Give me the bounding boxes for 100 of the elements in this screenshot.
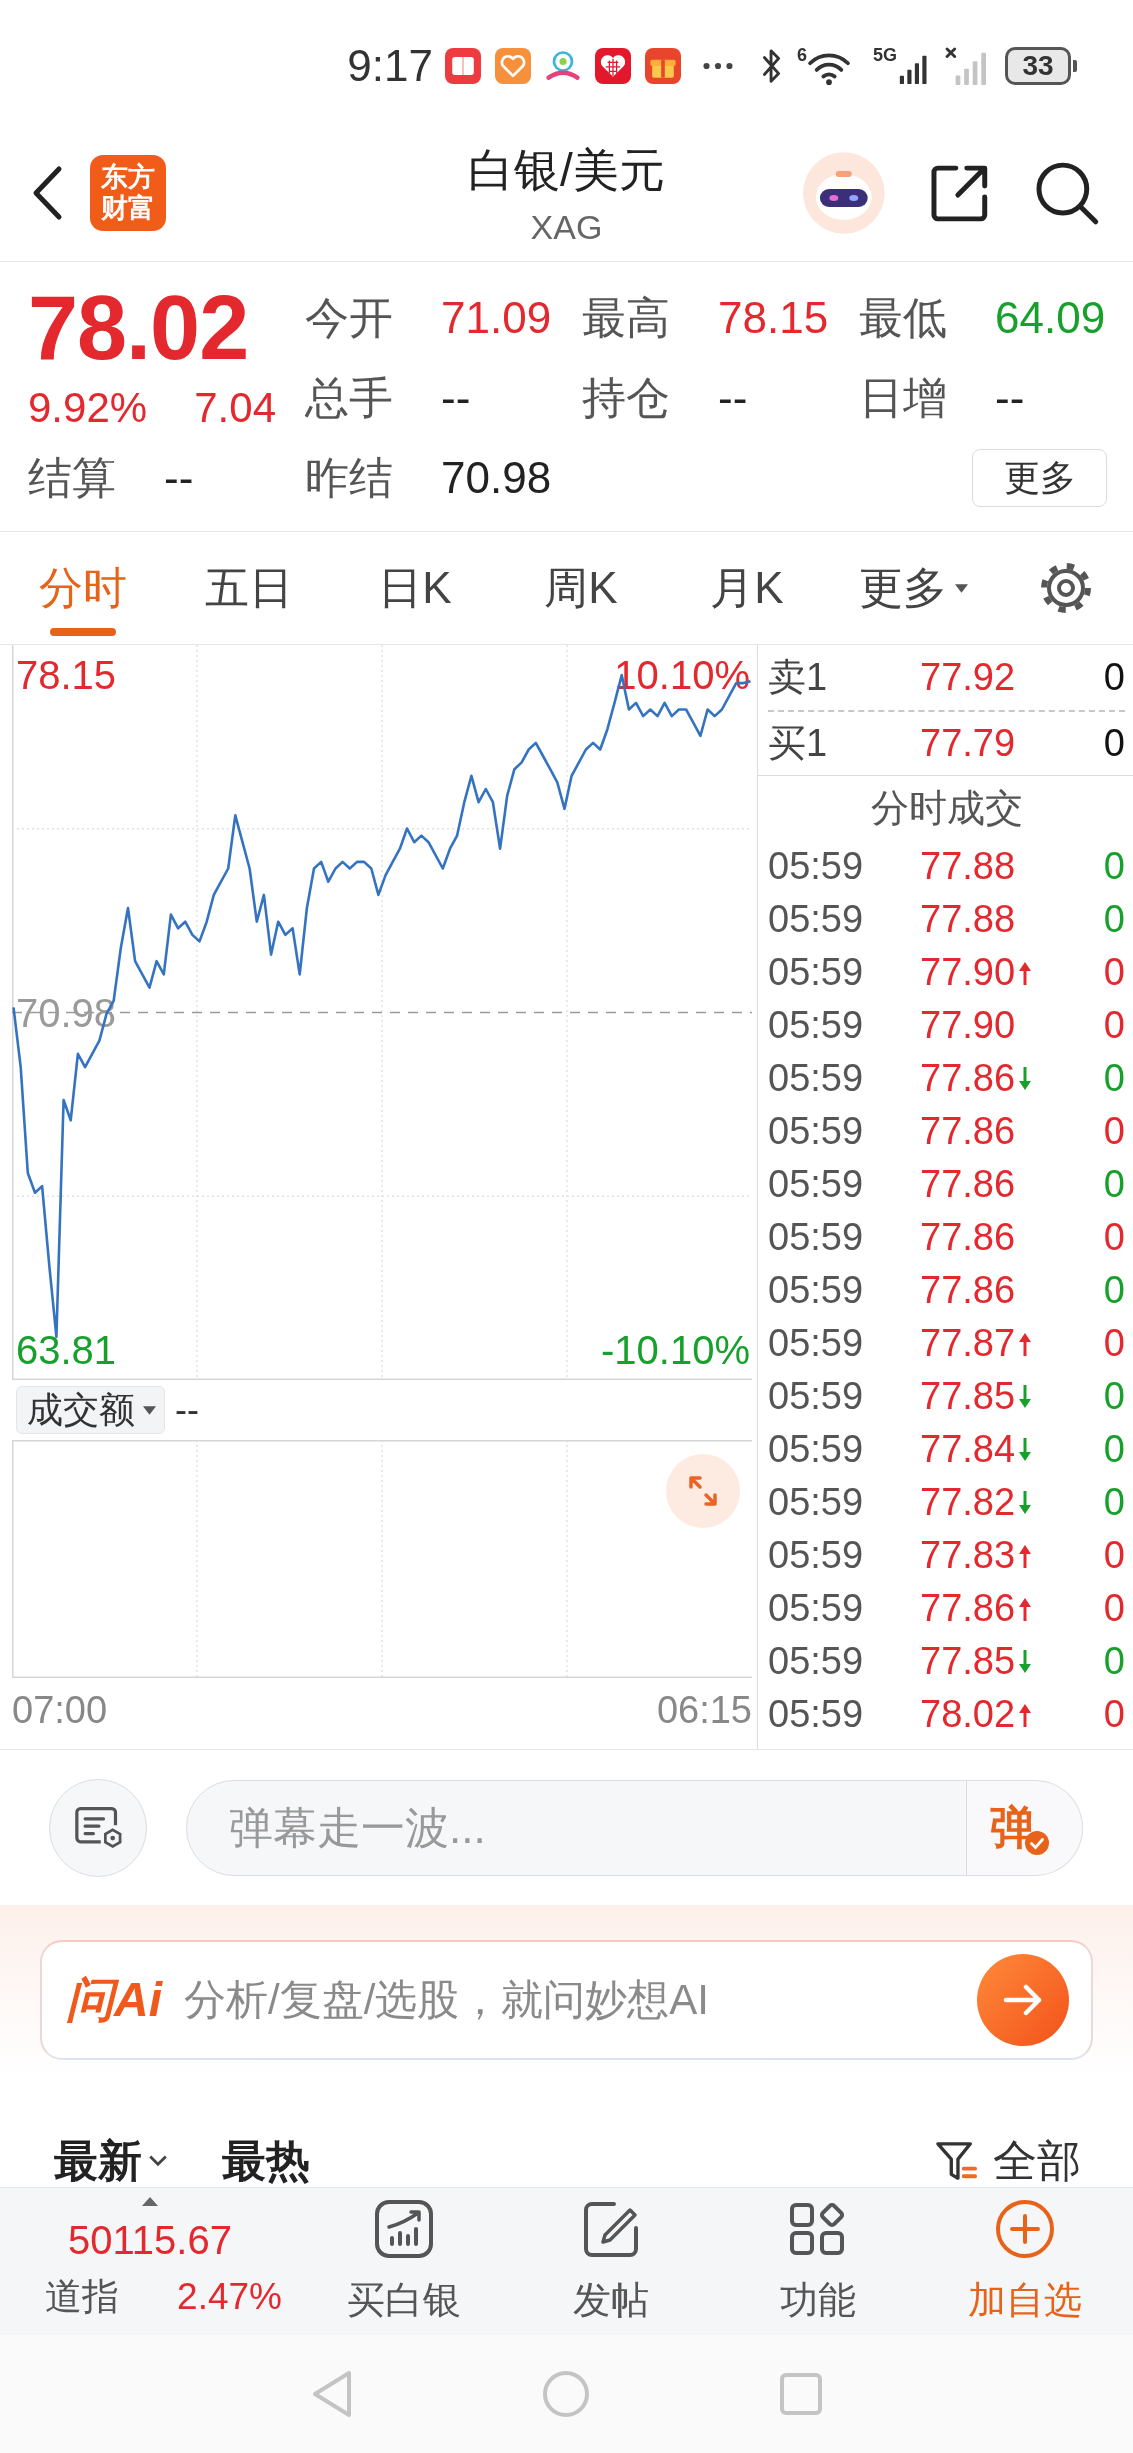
order-price: 77.92 <box>920 656 1017 699</box>
trade-volume: 0 <box>1103 1587 1125 1630</box>
battery-indicator: 33 <box>1005 46 1077 85</box>
ai-logo: 问Ai <box>66 1972 162 2028</box>
trade-price: 77.90 <box>920 1004 1016 1047</box>
arrow-right-icon <box>1003 1984 1043 2016</box>
trade-price: 77.82 <box>920 1481 1016 1524</box>
trade-time: 05:59 <box>768 845 865 888</box>
chevron-down-icon <box>148 2154 168 2168</box>
stat-label: 最低 <box>859 291 948 344</box>
trade-time: 05:59 <box>768 1428 865 1471</box>
change-amount: 7.04 <box>194 383 276 433</box>
comment-input[interactable]: 弹幕走一波... <box>186 1779 967 1876</box>
more-button[interactable]: 更多 <box>972 449 1107 507</box>
change-percent: 9.92% <box>28 383 148 433</box>
trade-volume: 0 <box>1103 898 1125 941</box>
stat-value: 78.15 <box>718 293 829 343</box>
arrow-down-icon <box>1017 1489 1034 1516</box>
page-title: 白银/美元 <box>468 143 665 197</box>
index-value[interactable]: 50115.67 <box>68 2218 232 2262</box>
trade-price: 77.86 <box>920 1057 1016 1100</box>
chart-tab[interactable]: 更多 <box>830 532 996 644</box>
more-icon <box>702 61 733 70</box>
chart-tab[interactable]: 五日 <box>166 532 332 644</box>
trade-volume: 0 <box>1103 1057 1125 1100</box>
order-level-label: 卖1 <box>768 655 829 700</box>
screen-settings-icon <box>73 1804 123 1851</box>
trade-price: 77.84 <box>920 1428 1016 1471</box>
arrow-down-icon <box>1017 1648 1034 1675</box>
trade-volume: 0 <box>1103 1375 1125 1418</box>
trade-time: 05:59 <box>768 1375 865 1418</box>
time-label: 06:15 <box>656 1688 752 1732</box>
feed-tab[interactable]: 最热 <box>222 2138 310 2184</box>
nav-item[interactable]: 买白银 <box>300 2188 507 2335</box>
trade-time: 05:59 <box>768 1481 865 1524</box>
trade-time: 05:59 <box>768 1110 865 1153</box>
trade-time: 05:59 <box>768 1587 865 1630</box>
trade-volume: 0 <box>1103 1163 1125 1206</box>
settings-icon[interactable] <box>1039 561 1093 615</box>
stat-value: -- <box>441 373 471 423</box>
chart-tab[interactable]: 月K <box>664 532 830 644</box>
filter-button[interactable]: 全部 <box>935 2138 1081 2184</box>
caret-down-icon <box>954 583 968 593</box>
chart-tab[interactable]: 日K <box>332 532 498 644</box>
trade-time: 05:59 <box>768 951 865 994</box>
expand-icon[interactable] <box>666 1454 740 1528</box>
percent-label: -10.10% <box>601 1327 750 1372</box>
feed-tab[interactable]: 最新 <box>54 2138 168 2184</box>
stat-value: -- <box>718 373 748 423</box>
arrow-down-icon <box>1017 1065 1034 1092</box>
chart-icon <box>373 2198 434 2259</box>
trade-price: 77.88 <box>920 845 1016 888</box>
trade-volume: 0 <box>1103 1004 1125 1047</box>
trade-price: 78.02 <box>920 1693 1016 1736</box>
filter-icon <box>935 2140 979 2182</box>
trade-time: 05:59 <box>768 1640 865 1683</box>
nav-item[interactable]: 发帖 <box>507 2188 714 2335</box>
chart-tab[interactable]: 周K <box>498 532 664 644</box>
stat-value: -- <box>995 373 1025 423</box>
stat-label: 日增 <box>859 371 948 424</box>
trade-price: 77.85 <box>920 1375 1016 1418</box>
robot-avatar-icon[interactable] <box>803 152 885 234</box>
indicator-value: -- <box>175 1389 199 1431</box>
indicator-dropdown[interactable]: 成交额 <box>16 1386 165 1434</box>
trade-time: 05:59 <box>768 898 865 941</box>
trade-time: 05:59 <box>768 1004 865 1047</box>
last-price: 78.02 <box>28 278 249 378</box>
app-logo: 东方财富 <box>90 155 166 231</box>
trade-price: 77.88 <box>920 898 1016 941</box>
percent-label: 10.10% <box>614 653 750 698</box>
trade-time: 05:59 <box>768 1057 865 1100</box>
book-icon <box>444 47 481 84</box>
order-volume: 0 <box>1103 722 1125 765</box>
trade-volume: 0 <box>1103 1640 1125 1683</box>
trade-price: 77.83 <box>920 1534 1016 1577</box>
stat-value: 71.09 <box>441 293 552 343</box>
trade-volume: 0 <box>1103 951 1125 994</box>
order-price: 77.79 <box>920 722 1017 765</box>
trade-time: 05:59 <box>768 1534 865 1577</box>
trade-price: 77.86 <box>920 1163 1016 1206</box>
trade-price: 77.86 <box>920 1110 1016 1153</box>
search-icon[interactable] <box>1034 160 1100 226</box>
trade-price: 77.86 <box>920 1269 1016 1312</box>
ai-question-input[interactable]: 分析/复盘/选股，就问妙想AI <box>184 1970 955 2030</box>
nav-item[interactable]: 功能 <box>714 2188 921 2335</box>
stat-label: 今开 <box>305 291 394 344</box>
section-title: 分时成交 <box>869 785 1024 831</box>
trade-volume: 0 <box>1103 1534 1125 1577</box>
bluetooth-icon <box>760 46 783 85</box>
trade-price: 77.87 <box>920 1322 1016 1365</box>
stat-label: 持仓 <box>582 371 671 424</box>
plus-circle-icon <box>994 2198 1055 2259</box>
trade-volume: 0 <box>1103 1481 1125 1524</box>
index-change: 2.47% <box>177 2276 282 2318</box>
trade-time: 05:59 <box>768 1322 865 1365</box>
trade-time: 05:59 <box>768 1163 865 1206</box>
trade-volume: 0 <box>1103 1322 1125 1365</box>
stat-label: 昨结 <box>305 451 394 504</box>
order-level-label: 买1 <box>768 721 829 766</box>
order-volume: 0 <box>1103 656 1125 699</box>
